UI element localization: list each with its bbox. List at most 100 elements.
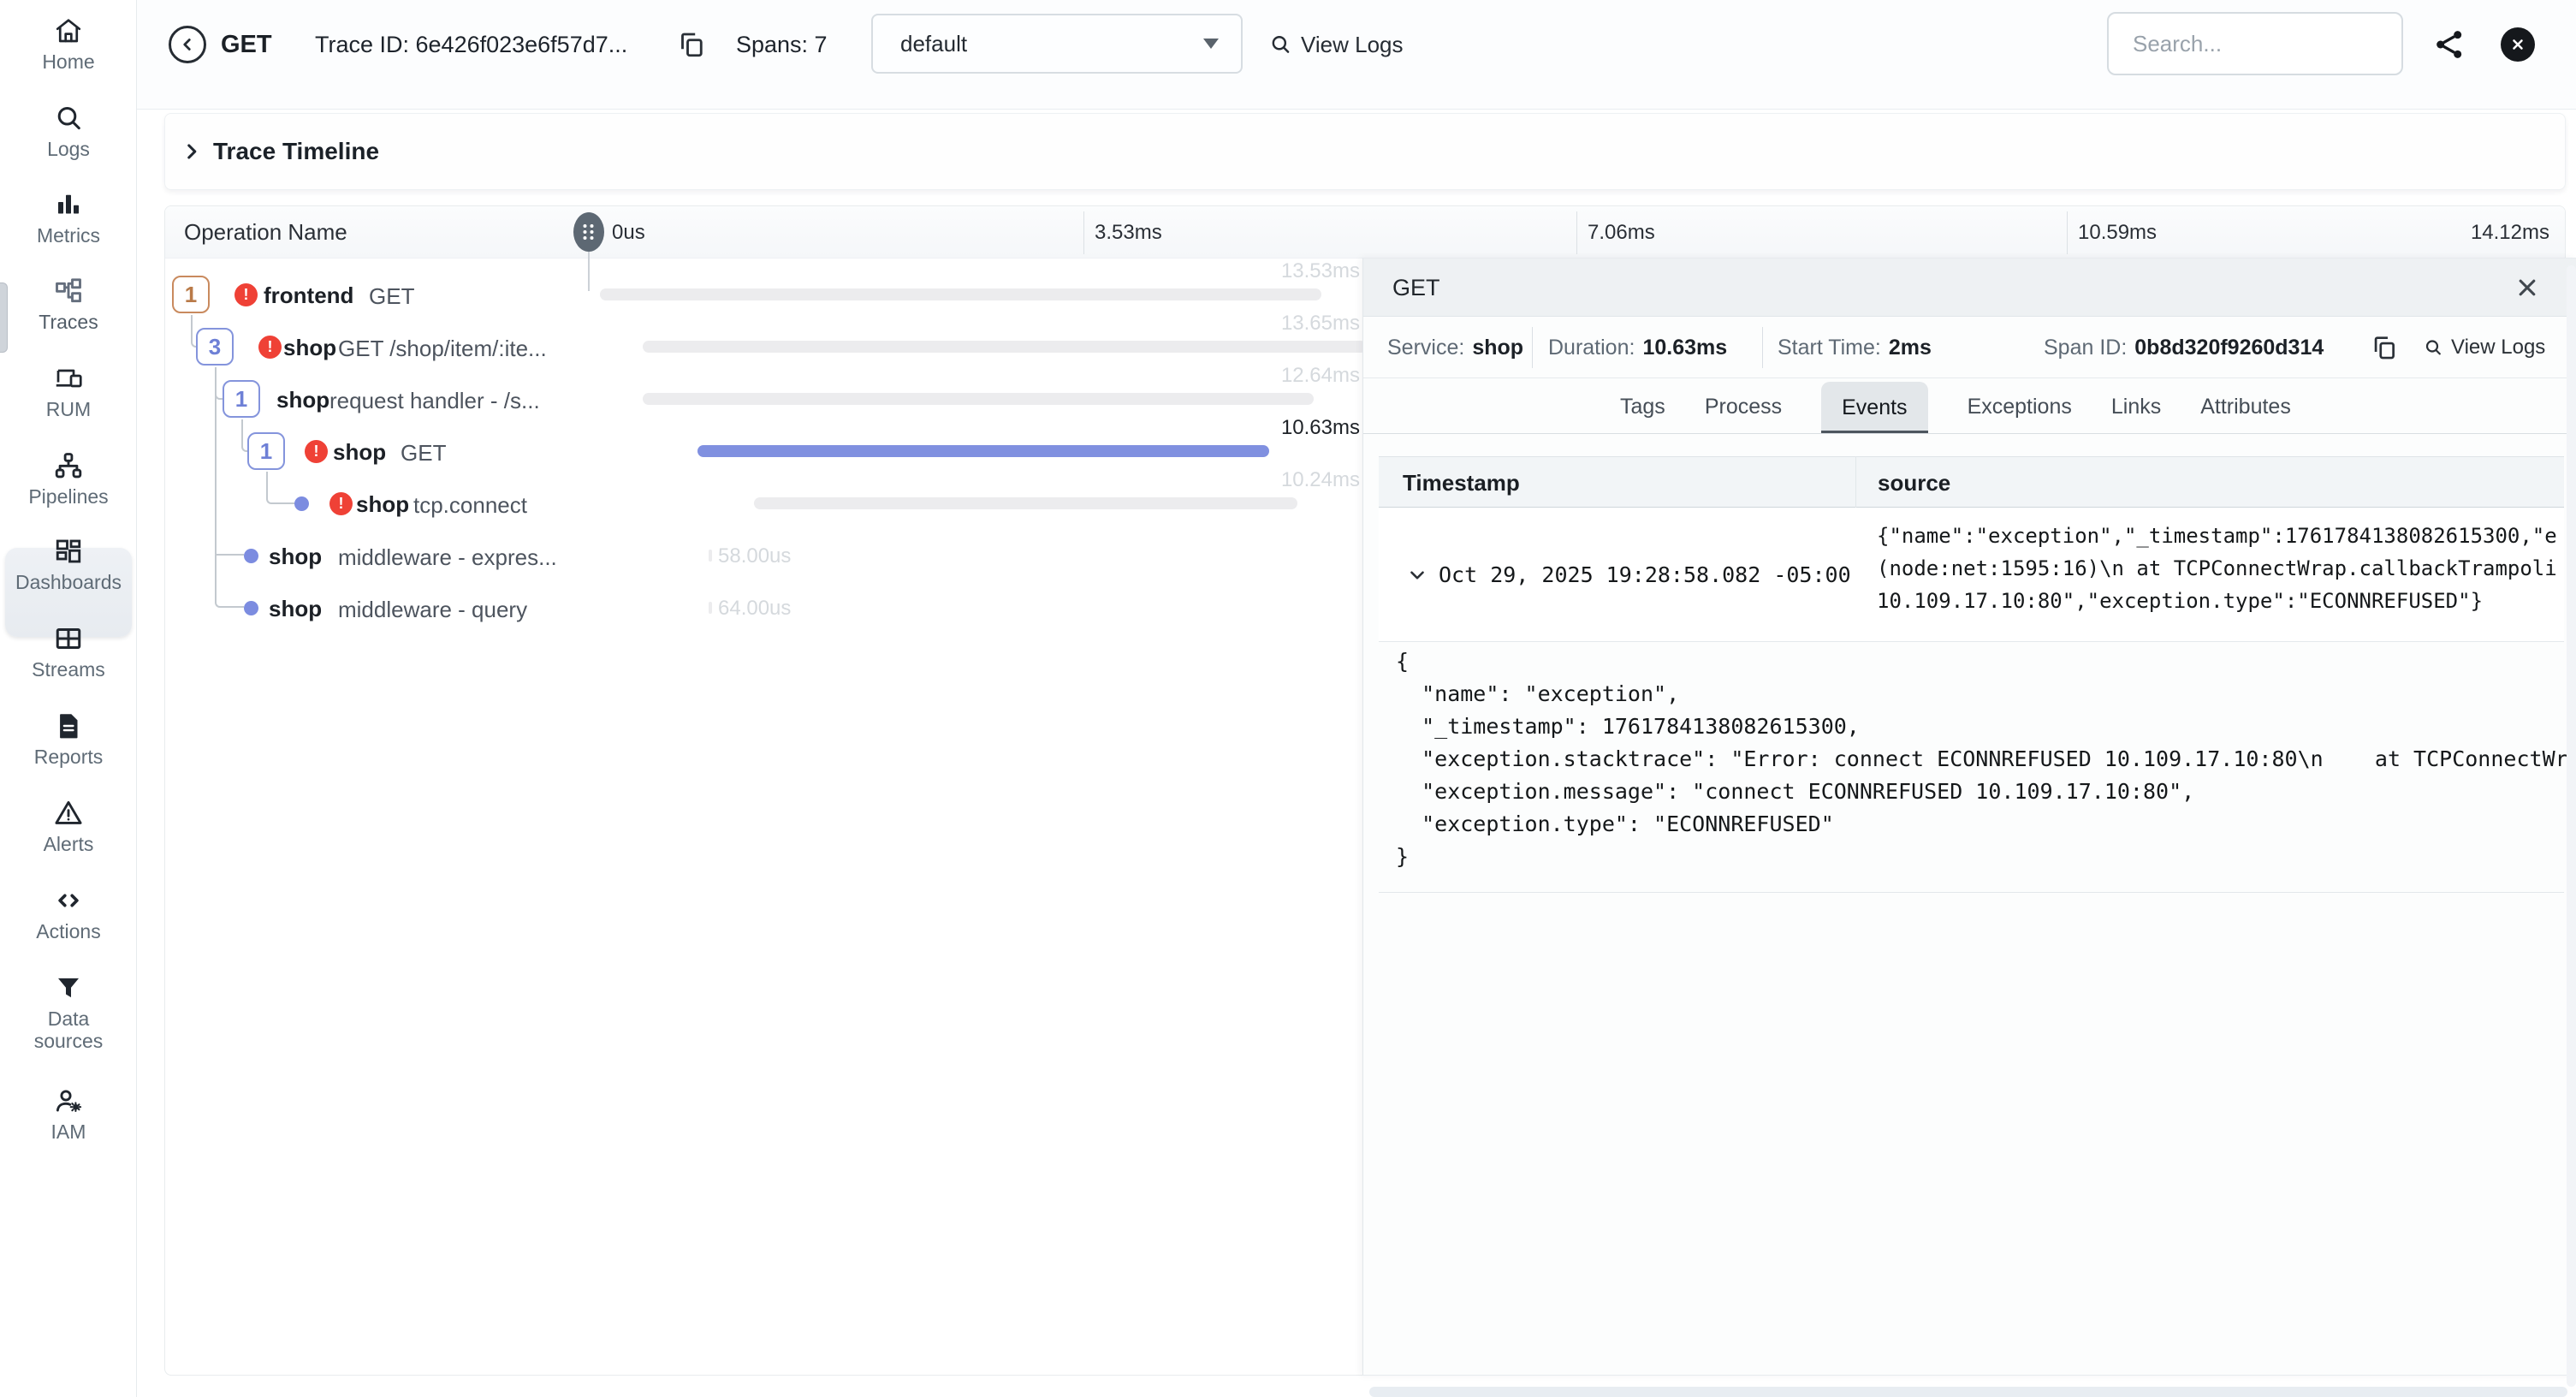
leaf-dot-icon [244, 549, 258, 563]
panel-title-bar: GET [1363, 259, 2576, 317]
event-json-expanded: { "name": "exception", "_timestamp": 176… [1396, 645, 2567, 878]
error-icon: ! [258, 336, 282, 359]
trace-id-label: Trace ID: 6e426f023e6f57d7... [315, 26, 627, 63]
chevron-left-icon [178, 35, 197, 54]
trace-method-title: GET [221, 26, 272, 63]
caret-down-icon [1203, 39, 1219, 49]
sidebar-item-logs[interactable]: Logs [0, 103, 137, 160]
panel-view-logs-button[interactable]: View Logs [2423, 327, 2545, 368]
tab-tags[interactable]: Tags [1620, 395, 1665, 419]
span-bar[interactable] [709, 602, 712, 614]
span-duration-label: 13.65ms [1154, 312, 1360, 335]
span-bar[interactable] [754, 497, 1297, 509]
code-brackets-icon [53, 885, 84, 916]
error-icon: ! [234, 283, 258, 306]
sidebar-item-pipelines[interactable]: Pipelines [0, 450, 137, 508]
sidebar-item-reports[interactable]: Reports [0, 710, 137, 768]
close-icon [2510, 37, 2526, 52]
tick-divider [1576, 211, 1577, 254]
tab-process[interactable]: Process [1705, 395, 1782, 419]
copy-trace-id-button[interactable] [676, 29, 707, 60]
sidebar-item-iam[interactable]: IAM [0, 1085, 137, 1143]
sidebar-item-metrics[interactable]: Metrics [0, 189, 137, 247]
share-button[interactable] [2432, 27, 2466, 62]
field-divider [1762, 327, 1763, 368]
sidebar: Home Logs Metrics Traces RUM Pipelines D… [0, 0, 137, 1397]
span-duration-label: 58.00us [718, 545, 791, 568]
tick-divider [1083, 211, 1084, 254]
span-summary-row: Service:shop Duration:10.63ms Start Time… [1363, 317, 2576, 378]
span-bar[interactable] [600, 288, 1321, 300]
span-bar[interactable] [643, 393, 1314, 405]
sidebar-item-alerts[interactable]: Alerts [0, 798, 137, 855]
time-tick: 14.12ms [2471, 206, 2549, 259]
sidebar-item-rum[interactable]: RUM [0, 363, 137, 420]
panel-close-button[interactable] [2513, 273, 2542, 302]
timeline-drag-handle[interactable] [573, 212, 604, 252]
trace-timeline-title: Trace Timeline [213, 138, 379, 165]
sidebar-item-label: Alerts [0, 833, 137, 855]
search-input[interactable] [2109, 14, 2401, 74]
trace-details-page: Home Logs Metrics Traces RUM Pipelines D… [0, 0, 2576, 1397]
collapse-count-badge[interactable]: 1 [223, 380, 260, 418]
field-divider [1532, 327, 1533, 368]
time-tick: 0us [612, 206, 645, 259]
view-logs-button[interactable]: View Logs [1268, 24, 1404, 65]
dashboard-icon [53, 536, 84, 567]
sidebar-item-label: Home [0, 51, 137, 73]
tab-exceptions[interactable]: Exceptions [1968, 395, 2072, 419]
collapse-count-badge[interactable]: 1 [247, 432, 285, 470]
leaf-dot-icon [294, 496, 309, 511]
span-bar[interactable] [709, 550, 712, 562]
horizontal-scrollbar[interactable] [1369, 1387, 2567, 1397]
search-box [2107, 12, 2403, 75]
sidebar-item-traces[interactable]: Traces [0, 276, 137, 333]
tab-links[interactable]: Links [2111, 395, 2161, 419]
spans-count-label: Spans: 7 [736, 26, 828, 63]
sidebar-item-label: Logs [0, 138, 137, 160]
panel-tabs: Tags Process Events Exceptions Links Att… [1620, 378, 2291, 434]
time-tick: 3.53ms [1095, 206, 1162, 259]
column-header-timestamp: Timestamp [1403, 457, 1520, 508]
span-bar-selected[interactable] [697, 445, 1269, 457]
collapse-count-badge[interactable]: 1 [172, 276, 210, 313]
sidebar-item-streams[interactable]: Streams [0, 623, 137, 681]
close-trace-button[interactable] [2501, 27, 2535, 62]
search-icon [1268, 33, 1292, 56]
stream-select[interactable]: default [871, 14, 1243, 74]
event-table-row[interactable]: Oct 29, 2025 19:28:58.082 -05:00 {"name"… [1379, 508, 2564, 642]
span-operation: middleware - query [338, 597, 527, 622]
sidebar-item-label: Metrics [0, 224, 137, 247]
span-service: frontend [264, 282, 353, 308]
span-operation: GET [369, 283, 414, 309]
sidebar-item-data-sources[interactable]: Data sources [0, 972, 137, 1052]
event-source-preview: {"name":"exception","_timestamp":1761784… [1877, 520, 2561, 631]
trace-nodes-icon [53, 276, 84, 306]
sidebar-item-home[interactable]: Home [0, 15, 137, 73]
span-duration-label: 12.64ms [1154, 365, 1360, 387]
funnel-icon [53, 972, 84, 1003]
span-bar[interactable] [643, 341, 1367, 353]
span-operation: GET [401, 440, 446, 466]
service-field: Service:shop [1387, 317, 1523, 378]
grip-dots-icon [584, 224, 595, 240]
span-operation: middleware - expres... [338, 544, 557, 570]
span-service: shop [276, 387, 329, 413]
sidebar-item-label: Pipelines [0, 485, 137, 508]
sidebar-item-label: Streams [0, 658, 137, 681]
tab-attributes[interactable]: Attributes [2200, 395, 2291, 419]
trace-timeline-section[interactable]: Trace Timeline [164, 113, 2566, 190]
copy-span-id-button[interactable] [2370, 333, 2399, 362]
vertical-scrollbar[interactable] [2567, 265, 2576, 1387]
tab-events[interactable]: Events [1821, 382, 1927, 434]
chevron-down-icon[interactable] [1406, 564, 1428, 586]
span-id-field: Span ID:0b8d320f9260d314 [2044, 317, 2324, 378]
operation-name-column-header: Operation Name [184, 206, 347, 259]
span-duration-label: 13.53ms [1154, 260, 1360, 282]
collapse-count-badge[interactable]: 3 [196, 328, 234, 366]
sidebar-item-actions[interactable]: Actions [0, 885, 137, 942]
start-time-field: Start Time:2ms [1778, 317, 1932, 378]
back-button[interactable] [169, 26, 206, 63]
sidebar-item-dashboards[interactable]: Dashboards [0, 536, 137, 593]
span-duration-label: 10.24ms [1154, 469, 1360, 491]
